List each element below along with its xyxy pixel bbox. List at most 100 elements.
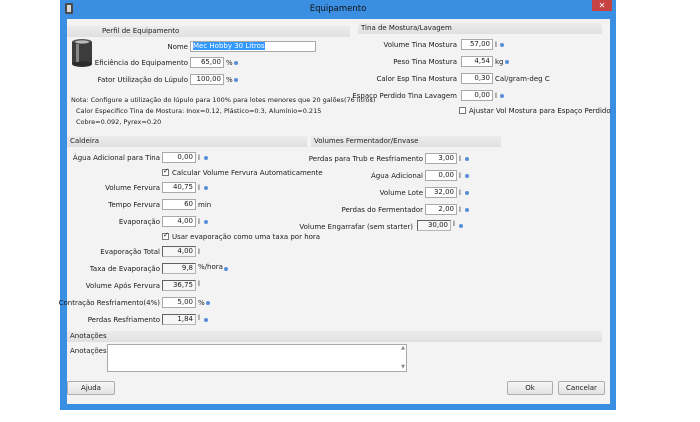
volume-tina-input[interactable]: 57,00 bbox=[461, 39, 493, 50]
volume-lote-label: Volume Lote bbox=[379, 189, 423, 197]
agua-adicional-label: Água Adicional bbox=[371, 172, 423, 180]
caldeira-section-title: Caldeira bbox=[70, 137, 99, 145]
anotacoes-section-header bbox=[67, 331, 602, 342]
perdas-fermentador-label: Perdas do Fermentador bbox=[341, 206, 424, 214]
tempo-fervura-unit: min bbox=[198, 201, 212, 209]
perdido-tina-label: Espaço Perdido Tina Lavagem bbox=[352, 92, 457, 100]
trub-input[interactable]: 3,00 bbox=[425, 153, 457, 164]
volume-apos-value: 36,75 bbox=[162, 280, 196, 291]
eficiencia-label: Eficiência do Equipamento bbox=[94, 59, 188, 67]
evaporacao-input[interactable]: 4,00 bbox=[162, 216, 196, 227]
info-icon[interactable] bbox=[459, 224, 463, 228]
volume-apos-unit: l bbox=[198, 280, 200, 288]
tina-section-title: Tina de Mostura/Lavagem bbox=[361, 24, 452, 32]
taxa-evaporacao-unit: %/hora bbox=[198, 263, 223, 271]
equipment-window: Equipamento ✕ Perfil de Equipamento Nome… bbox=[59, 0, 616, 410]
usar-evaporacao-label: Usar evaporação como uma taxa por hora bbox=[172, 233, 321, 241]
ajuda-button[interactable]: Ajuda bbox=[67, 381, 115, 395]
agua-tina-input[interactable]: 0,00 bbox=[162, 152, 196, 163]
peso-tina-input[interactable]: 4,54 bbox=[461, 56, 493, 67]
note-line-3: Cobre=0.092, Pyrex=0.20 bbox=[76, 118, 162, 126]
evaporacao-total-unit: l bbox=[198, 248, 200, 256]
eficiencia-input[interactable]: 65,00 bbox=[190, 57, 224, 68]
eficiencia-unit: % bbox=[226, 59, 233, 67]
taxa-evaporacao-label: Taxa de Evaporação bbox=[89, 265, 160, 273]
calor-tina-label: Calor Esp Tina Mostura bbox=[376, 75, 457, 83]
nome-label: Nome bbox=[167, 43, 188, 51]
perdido-tina-input[interactable]: 0,00 bbox=[461, 90, 493, 101]
ajustar-checkbox[interactable] bbox=[459, 107, 466, 114]
info-icon[interactable] bbox=[505, 60, 509, 64]
calor-tina-unit: Cal/gram-deg C bbox=[495, 75, 550, 83]
tempo-fervura-input[interactable]: 60 bbox=[162, 199, 196, 210]
info-icon[interactable] bbox=[500, 94, 504, 98]
info-icon[interactable] bbox=[465, 157, 469, 161]
info-icon[interactable] bbox=[465, 174, 469, 178]
scroll-down-icon[interactable]: ▼ bbox=[400, 364, 406, 370]
volume-apos-label: Volume Após Fervura bbox=[85, 282, 160, 290]
cancelar-button[interactable]: Cancelar bbox=[558, 381, 605, 395]
nome-input[interactable]: Mec Hobby 30 Litros bbox=[190, 41, 316, 52]
scroll-up-icon[interactable]: ▲ bbox=[400, 345, 406, 351]
volume-fervura-unit: l bbox=[198, 184, 200, 192]
perdas-fermentador-input[interactable]: 2,00 bbox=[425, 204, 457, 215]
note-line-2: Calor Especifico Tina de Mostura: Inox=0… bbox=[76, 107, 322, 115]
info-icon[interactable] bbox=[204, 318, 208, 322]
perdas-resfriamento-label: Perdas Resfriamento bbox=[87, 316, 160, 324]
peso-tina-unit: kg bbox=[495, 58, 504, 66]
taxa-evaporacao-value: 9,8 bbox=[162, 263, 196, 274]
ajustar-label: Ajustar Vol Mostura para Espaço Perdido bbox=[469, 107, 611, 115]
info-icon[interactable] bbox=[204, 220, 208, 224]
evaporacao-unit: l bbox=[198, 218, 200, 226]
anotacoes-label: Anotações bbox=[70, 347, 107, 355]
contracao-unit: % bbox=[198, 299, 205, 307]
volume-fervura-label: Volume Fervura bbox=[105, 184, 160, 192]
info-icon[interactable] bbox=[234, 78, 238, 82]
volume-tina-unit: l bbox=[495, 41, 497, 49]
info-icon[interactable] bbox=[500, 43, 504, 47]
perdas-resfriamento-value: 1,84 bbox=[162, 314, 196, 325]
volume-lote-input[interactable]: 32,00 bbox=[425, 187, 457, 198]
note-line-1: Nota: Configure a utilização do lúpulo p… bbox=[71, 96, 376, 104]
calcular-fervura-checkbox[interactable] bbox=[162, 167, 169, 176]
usar-evaporacao-checkbox[interactable] bbox=[162, 231, 169, 240]
evaporacao-label: Evaporação bbox=[118, 218, 160, 226]
lupulo-input[interactable]: 100,00 bbox=[190, 74, 224, 85]
info-icon[interactable] bbox=[224, 267, 228, 271]
agua-tina-unit: l bbox=[198, 154, 200, 162]
agua-adicional-unit: l bbox=[459, 172, 461, 180]
kettle-icon bbox=[72, 39, 92, 67]
volume-engarrafar-unit: l bbox=[453, 220, 455, 228]
lupulo-label: Fator Utilização do Lúpulo bbox=[97, 76, 188, 84]
perfil-section-title: Perfil de Equipamento bbox=[102, 27, 180, 35]
perdido-tina-unit: l bbox=[495, 92, 497, 100]
perdas-resfriamento-unit: l bbox=[198, 314, 200, 322]
info-icon[interactable] bbox=[465, 208, 469, 212]
contracao-input[interactable]: 5,00 bbox=[162, 297, 196, 308]
calcular-fervura-label: Calcular Volume Fervura Automaticamente bbox=[172, 169, 323, 177]
info-icon[interactable] bbox=[206, 301, 210, 305]
ok-button[interactable]: Ok bbox=[507, 381, 553, 395]
volume-fervura-input[interactable]: 40,75 bbox=[162, 182, 196, 193]
caldeira-section-header bbox=[67, 136, 307, 147]
nome-value: Mec Hobby 30 Litros bbox=[193, 42, 265, 50]
evaporacao-total-label: Evaporação Total bbox=[100, 248, 160, 256]
dialog-body: Perfil de Equipamento Nome Mec Hobby 30 … bbox=[59, 19, 611, 404]
perdas-fermentador-unit: l bbox=[459, 206, 461, 214]
info-icon[interactable] bbox=[204, 156, 208, 160]
agua-adicional-input[interactable]: 0,00 bbox=[425, 170, 457, 181]
trub-unit: l bbox=[459, 155, 461, 163]
close-button[interactable]: ✕ bbox=[592, 0, 612, 11]
volume-engarrafar-label: Volume Engarrafar (sem starter) bbox=[299, 223, 413, 231]
window-title: Equipamento bbox=[309, 4, 367, 14]
info-icon[interactable] bbox=[234, 61, 238, 65]
volume-lote-unit: l bbox=[459, 189, 461, 197]
anotacoes-textarea[interactable] bbox=[107, 344, 407, 372]
anotacoes-section-title: Anotações bbox=[70, 332, 107, 340]
volumes-section-title: Volumes Fermentador/Envase bbox=[314, 137, 419, 145]
info-icon[interactable] bbox=[204, 186, 208, 190]
tempo-fervura-label: Tempo Fervura bbox=[108, 201, 160, 209]
title-bar[interactable]: Equipamento ✕ bbox=[60, 0, 616, 18]
info-icon[interactable] bbox=[465, 191, 469, 195]
calor-tina-input[interactable]: 0,30 bbox=[461, 73, 493, 84]
